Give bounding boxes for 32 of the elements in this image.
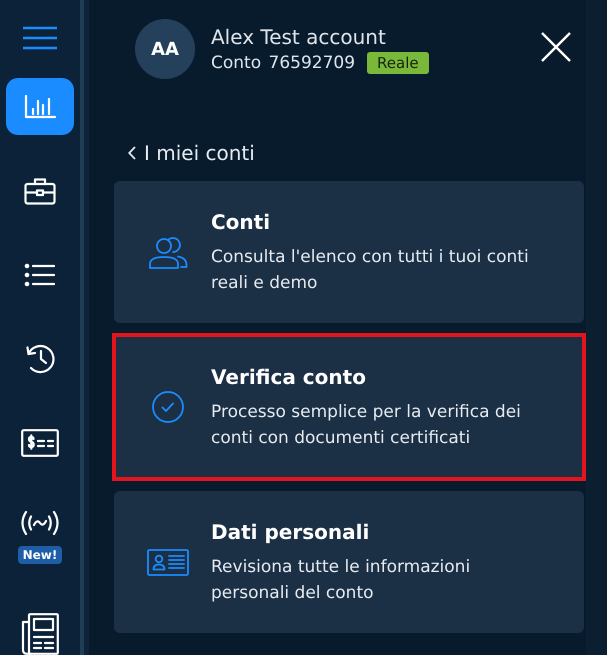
id-card-icon [147, 548, 189, 576]
back-link[interactable]: I miei conti [128, 140, 255, 166]
card-description: Consulta l'elenco con tutti i tuoi conti reali e demo [211, 246, 530, 295]
nav-button[interactable] [6, 78, 74, 135]
menu-card[interactable]: Conti Consulta l'elenco con tutti i tuoi conti reali e demo [114, 181, 584, 323]
signal-wave-icon [19, 510, 61, 536]
briefcase-icon [24, 176, 56, 204]
account-name: Alex Test account [211, 24, 386, 50]
menu-card[interactable]: Dati personali Revisiona tutte le informazioni personali del conto [114, 491, 584, 633]
card-title: Verifica conto [211, 364, 366, 391]
newspaper-icon [21, 612, 59, 654]
bar-chart-icon [24, 94, 56, 118]
users-icon [148, 235, 188, 269]
menu-button[interactable] [22, 26, 58, 50]
card-description: Revisiona tutte le informazioni personali del conto [211, 556, 472, 605]
close-button[interactable] [540, 31, 572, 63]
close-icon [540, 31, 572, 63]
card-title: Conti [211, 209, 270, 236]
menu-icon [22, 26, 58, 50]
account-type-badge: Reale [367, 52, 429, 74]
nav-button[interactable]: New! [6, 498, 74, 578]
history-icon [25, 343, 55, 374]
new-badge: New! [18, 546, 62, 564]
card-title: Dati personali [211, 519, 370, 546]
menu-card[interactable]: Verifica conto Processo semplice per la verifica dei conti con documenti certificati [112, 333, 586, 481]
check-circle-icon [152, 391, 184, 423]
card-description: Processo semplice per la verifica dei conti con documenti certificati [211, 401, 522, 450]
list-icon [24, 262, 56, 286]
account-number: Conto 76592709 [211, 52, 356, 74]
cheque-icon [21, 428, 59, 456]
avatar: AA [135, 19, 195, 79]
chevron-left-icon [128, 146, 136, 160]
